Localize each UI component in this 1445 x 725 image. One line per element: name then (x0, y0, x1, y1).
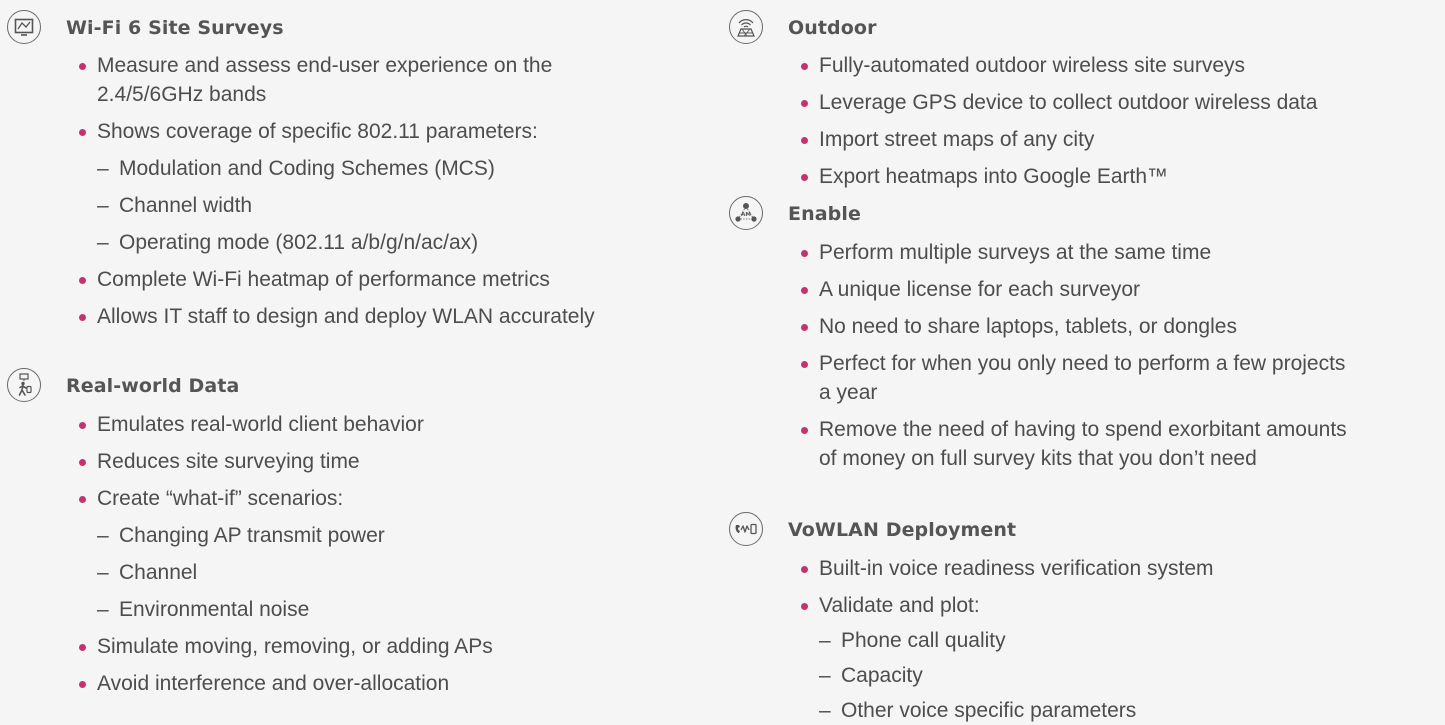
outdoor-signal-map-icon (729, 10, 763, 44)
bullet-list: Fully-automated outdoor wireless site su… (722, 51, 1445, 191)
list-item: A unique license for each surveyor (722, 275, 1445, 304)
list-item: Validate and plot: (722, 591, 1445, 620)
list-subitem: – Operating mode (802.11 a/b/g/n/ac/ax) (97, 231, 479, 254)
list-item: Reduces site surveying time (0, 447, 700, 476)
list-item: No need to share laptops, tablets, or do… (722, 312, 1445, 341)
list-item: Create “what-if” scenarios: (0, 484, 700, 513)
section-header: Outdoor (722, 10, 1445, 46)
list-item: Fully-automated outdoor wireless site su… (722, 51, 1445, 80)
list-subitem: – Other voice specific parameters (819, 699, 1137, 722)
list-item: Avoid interference and over-allocation (0, 669, 700, 698)
bullet-list: Measure and assess end-user experience o… (0, 51, 700, 331)
list-item-continuation: 2.4/5/6GHz bands (97, 83, 267, 106)
list-subitem: – Phone call quality (819, 629, 1006, 652)
list-subitem: – Modulation and Coding Schemes (MCS) (97, 157, 495, 180)
section-header: AM Enable (722, 196, 1445, 232)
list-item: Shows coverage of specific 802.11 parame… (0, 117, 700, 146)
list-subitem: – Capacity (819, 664, 923, 687)
network-nodes-icon: AM (729, 196, 763, 230)
list-item: Perfect for when you only need to perfor… (722, 349, 1445, 378)
list-subitem: – Environmental noise (97, 598, 310, 621)
list-item: Emulates real-world client behavior (0, 410, 700, 439)
list-item: Perform multiple surveys at the same tim… (722, 238, 1445, 267)
list-item-continuation: a year (819, 381, 878, 404)
section-title: VoWLAN Deployment (788, 519, 1017, 541)
list-item: Leverage GPS device to collect outdoor w… (722, 88, 1445, 117)
section-header: Wi-Fi 6 Site Surveys (0, 10, 700, 46)
section-header: Real-world Data (0, 368, 700, 404)
list-subitem: – Channel width (97, 194, 253, 217)
list-subitem: – Channel (97, 561, 198, 584)
walking-person-icon (7, 368, 41, 402)
section-wifi6-site-surveys: Wi-Fi 6 Site Surveys Measure and assess … (0, 10, 700, 331)
feature-page: Wi-Fi 6 Site Surveys Measure and assess … (0, 0, 1445, 722)
list-item: Complete Wi-Fi heatmap of performance me… (0, 265, 700, 294)
section-title: Outdoor (788, 17, 877, 39)
list-item: Remove the need of having to spend exorb… (722, 415, 1445, 444)
bullet-list: Built-in voice readiness verification sy… (722, 554, 1445, 725)
section-header: VoWLAN Deployment (722, 512, 1445, 548)
list-item: Measure and assess end-user experience o… (0, 51, 700, 80)
list-item: Import street maps of any city (722, 125, 1445, 154)
section-title: Wi-Fi 6 Site Surveys (66, 17, 284, 39)
section-outdoor: Outdoor Fully-automated outdoor wireless… (722, 10, 1445, 191)
list-item: Simulate moving, removing, or adding APs (0, 632, 700, 661)
section-real-world-data: Real-world Data Emulates real-world clie… (0, 368, 700, 698)
monitor-icon (7, 10, 41, 44)
voice-wave-icon (729, 512, 763, 546)
section-vowlan-deployment: VoWLAN Deployment Built-in voice readine… (722, 512, 1445, 725)
list-item: Built-in voice readiness verification sy… (722, 554, 1445, 583)
list-item: Export heatmaps into Google Earth™ (722, 162, 1445, 191)
list-item-continuation: of money on full survey kits that you do… (819, 447, 1257, 470)
list-subitem: – Changing AP transmit power (97, 524, 385, 547)
svg-text:AM: AM (741, 212, 751, 218)
section-title: Enable (788, 203, 861, 225)
list-item: Allows IT staff to design and deploy WLA… (0, 302, 700, 331)
bullet-list: Emulates real-world client behavior Redu… (0, 410, 700, 698)
bullet-list: Perform multiple surveys at the same tim… (722, 238, 1445, 473)
section-enable: AM Enable Perform multiple surveys at th… (722, 196, 1445, 473)
section-title: Real-world Data (66, 375, 240, 397)
